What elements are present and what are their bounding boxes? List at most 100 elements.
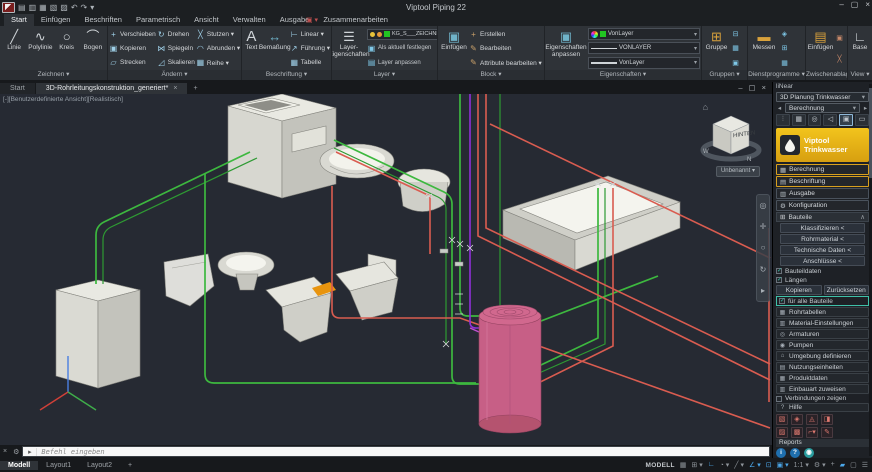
collapse-icon[interactable]: ∧ bbox=[860, 213, 865, 221]
workspace-icon[interactable]: ⚙ ▾ bbox=[814, 461, 826, 469]
palette-list-item[interactable]: ▤ Nutzungseinheiten bbox=[776, 362, 869, 372]
match-properties-button[interactable]: ▣ Eigenschaften anpassen bbox=[546, 27, 586, 70]
group-label-eigenschaften[interactable]: Eigenschaften ▾ bbox=[545, 70, 701, 80]
ribbon-tab[interactable]: Ansicht bbox=[187, 14, 226, 26]
next-mode-arrow[interactable]: ▸ bbox=[862, 104, 869, 112]
tab-close-icon[interactable]: × bbox=[173, 85, 177, 92]
checkbox-icon[interactable]: ✓ bbox=[776, 268, 782, 274]
customize-icon[interactable]: ☰ bbox=[862, 461, 868, 469]
modify-tool-button[interactable]: ╳Stutzen ▾ bbox=[196, 28, 240, 41]
annotation-scale[interactable]: 1:1 ▾ bbox=[794, 461, 809, 469]
color-dropdown[interactable]: VonLayer ▾ bbox=[588, 28, 700, 40]
sound-icon[interactable]: ◁ bbox=[823, 114, 837, 126]
clean-screen-icon[interactable]: ▢ bbox=[850, 461, 857, 469]
modify-tool-button[interactable]: ↻Drehen bbox=[157, 28, 195, 41]
reports-header[interactable]: Reports bbox=[776, 439, 869, 447]
group-button[interactable]: ⊞ Gruppe bbox=[703, 27, 730, 70]
orbit-icon[interactable]: ↻ bbox=[760, 265, 767, 274]
doc-minimize-button[interactable]: – bbox=[738, 83, 742, 92]
block-insert-button[interactable]: ▣ Einfügen bbox=[439, 27, 469, 70]
quickcalc-icon[interactable]: ▦ bbox=[781, 59, 788, 67]
block-tool-button[interactable]: ✎Attribute bearbeiten ▾ bbox=[469, 56, 542, 69]
checkbox-icon[interactable]: ✓ bbox=[776, 277, 782, 283]
osnap-icon[interactable]: ∠ ▾ bbox=[749, 461, 761, 469]
ribbon-extra-icon[interactable]: ▣ ▾ bbox=[306, 16, 318, 26]
panel-icon[interactable]: ▭ bbox=[855, 114, 869, 126]
navigation-bar[interactable]: ◎ ✛ ○ ↻ ▸ bbox=[756, 194, 770, 302]
doc-restore-button[interactable]: ▢ bbox=[749, 83, 756, 92]
tab-drawing[interactable]: 3D-Rohrleitungskonstruktion_generiert*× bbox=[36, 83, 188, 94]
command-wrench-icon[interactable]: ⚙ bbox=[10, 448, 22, 456]
command-input[interactable]: ▸ Befehl eingeben bbox=[22, 446, 770, 457]
ribbon-tab[interactable]: Start bbox=[4, 14, 34, 26]
corner-icon[interactable]: ⌐▾ bbox=[806, 427, 818, 438]
kopieren-button[interactable]: Kopieren bbox=[776, 285, 822, 295]
palette-list-item[interactable]: ▦ Produktdaten bbox=[776, 373, 869, 383]
doc-close-button[interactable]: × bbox=[762, 83, 766, 92]
modify-tool-button[interactable]: ▦Reihe ▾ bbox=[196, 56, 240, 69]
linetype-dropdown[interactable]: VONLAYER ▾ bbox=[588, 42, 700, 54]
bauteile-checkbox[interactable]: ✓ Bauteildaten bbox=[776, 267, 869, 275]
group-label-layer[interactable]: Layer ▾ bbox=[332, 70, 437, 80]
layer-match-button[interactable]: ▤ Layer anpassen bbox=[367, 57, 438, 68]
report-valve-icon[interactable]: ◈ bbox=[791, 414, 803, 425]
ribbon-tab[interactable]: Verwalten bbox=[226, 14, 273, 26]
palette-main-button[interactable]: ▥ Ausgabe bbox=[776, 188, 869, 199]
palette-list-item[interactable]: ▥ Material-Einstellungen bbox=[776, 318, 869, 328]
grid-icon[interactable]: ▦ bbox=[680, 461, 687, 469]
modify-tool-button[interactable]: +Verschieben bbox=[109, 28, 156, 41]
drawing-viewport[interactable]: [-][Benutzerdefinierte Ansicht][Realisti… bbox=[0, 94, 772, 445]
group-edit-icon[interactable]: ▦ bbox=[732, 44, 739, 52]
ribbon-tab[interactable]: Zusammenarbeiten bbox=[316, 14, 395, 26]
table-icon[interactable]: ▦ bbox=[792, 114, 806, 126]
group-select-icon[interactable]: ▣ bbox=[732, 59, 739, 67]
layout-tab[interactable]: Modell bbox=[0, 461, 38, 470]
viewcube[interactable]: W N HINTEN bbox=[700, 108, 762, 171]
mode-dropdown[interactable]: Berechnung ▾ bbox=[785, 103, 860, 113]
block-tool-button[interactable]: +Erstellen bbox=[469, 28, 542, 41]
sheet-icon[interactable]: ▨ bbox=[776, 427, 788, 438]
bemassung-button[interactable]: ↔ Bemaßung bbox=[260, 27, 290, 70]
snap-icon[interactable]: ⊞ ▾ bbox=[691, 461, 702, 469]
group-label-zeichnen[interactable]: Zeichnen ▾ bbox=[0, 70, 107, 80]
report-part-icon[interactable]: ◨ bbox=[821, 414, 833, 425]
draw-tool-button[interactable]: ○ Kreis bbox=[54, 27, 80, 70]
ungroup-icon[interactable]: ⊟ bbox=[733, 30, 739, 38]
modify-tool-button[interactable]: ▣Kopieren bbox=[109, 42, 156, 55]
measure-button[interactable]: ▬ Messen bbox=[749, 27, 779, 70]
annotation-tool-button[interactable]: ↗Führung ▾ bbox=[290, 42, 330, 55]
copy-clip-icon[interactable]: ▣ bbox=[836, 34, 843, 42]
bauteile-section-header[interactable]: ⊞ Bauteile ∧ bbox=[776, 212, 869, 222]
id-point-icon[interactable]: ◈ bbox=[782, 30, 787, 38]
prev-mode-arrow[interactable]: ◂ bbox=[776, 104, 783, 112]
bauteile-sub-button[interactable]: Klassifizieren < bbox=[780, 223, 865, 233]
checkbox-icon[interactable] bbox=[776, 396, 782, 402]
layer-properties-button[interactable]: ☰ Layer- Eigenschaften bbox=[333, 27, 365, 70]
palette-list-item[interactable]: ◉ Pumpen bbox=[776, 340, 869, 350]
count-icon[interactable]: ⊞ bbox=[782, 44, 788, 52]
showmotion-icon[interactable]: ▸ bbox=[761, 286, 765, 295]
annotation-tool-button[interactable]: ▦Tabelle bbox=[290, 56, 330, 69]
modify-tool-button[interactable]: ◠Abrunden ▾ bbox=[196, 42, 240, 55]
bauteile-sub-button[interactable]: Anschlüsse < bbox=[780, 256, 865, 266]
palette-list-item[interactable]: ▦ Rohrtabellen bbox=[776, 307, 869, 317]
checkbox-icon[interactable]: ✓ bbox=[779, 298, 785, 304]
bauteile-sub-button[interactable]: Technische Daten < bbox=[780, 245, 865, 255]
isolate-icon[interactable]: + bbox=[831, 461, 835, 469]
cut-icon[interactable]: ╳ bbox=[837, 55, 841, 63]
polar-icon[interactable]: ◔ ▾ bbox=[720, 461, 730, 469]
command-close-icon[interactable]: × bbox=[0, 448, 10, 455]
group-label-beschriftung[interactable]: Beschriftung ▾ bbox=[242, 70, 331, 80]
close-button[interactable]: × bbox=[865, 0, 870, 9]
steering-wheel-icon[interactable]: ◎ bbox=[760, 201, 767, 210]
palette-main-button[interactable]: ▤ Beschriftung bbox=[776, 176, 869, 187]
palette-list-item[interactable]: ⌂ Umgebung definieren bbox=[776, 351, 869, 361]
group-label-view[interactable]: View ▾ bbox=[848, 70, 872, 80]
sheet-edit-icon[interactable]: ▩ bbox=[791, 427, 803, 438]
verbindungen-checkbox[interactable]: Verbindungen zeigen bbox=[776, 395, 869, 402]
palette-main-button[interactable]: ▦ Berechnung bbox=[776, 164, 869, 175]
ortho-icon[interactable]: ∟ bbox=[708, 461, 715, 469]
graphics-icon[interactable]: ▰ bbox=[840, 461, 845, 469]
model-space-label[interactable]: MODELL bbox=[646, 462, 675, 469]
ribbon-tab[interactable]: Parametrisch bbox=[129, 14, 187, 26]
